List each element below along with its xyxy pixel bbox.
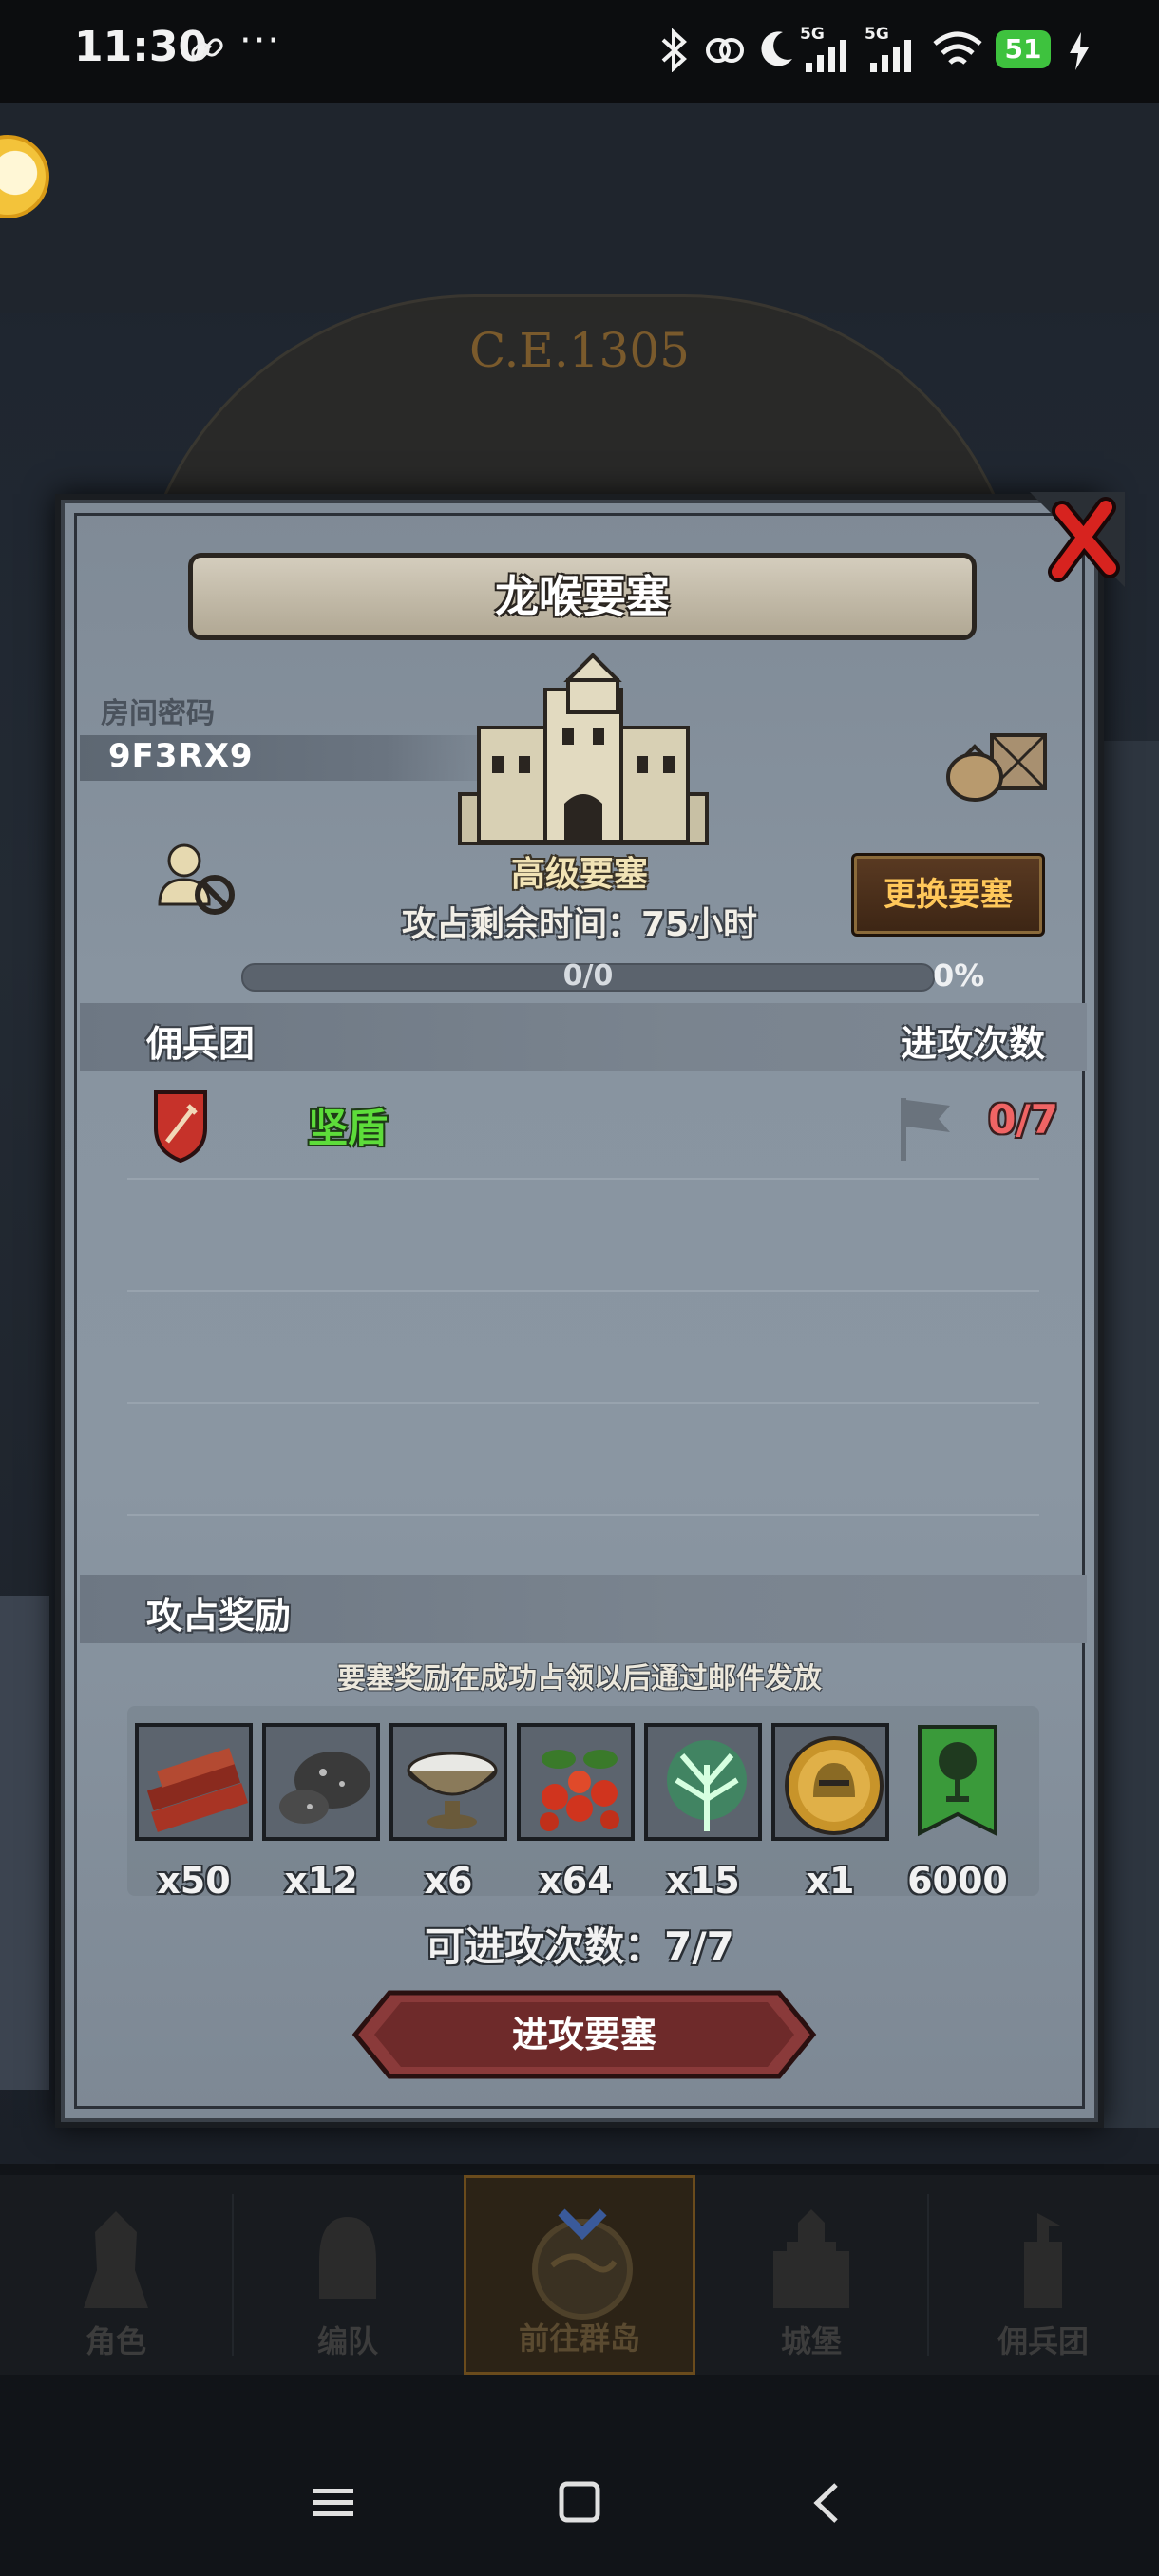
hotspot-link-icon bbox=[706, 38, 744, 63]
reward-item-ore[interactable] bbox=[262, 1723, 380, 1841]
remaining-attacks-text: 可进攻次数：7/7 bbox=[425, 1923, 734, 1970]
dialog-title: 龙喉要塞 bbox=[495, 571, 670, 622]
nav-label: 编队 bbox=[316, 2323, 378, 2359]
system-navigation-bar bbox=[0, 2375, 1159, 2576]
green-tree-icon bbox=[667, 1740, 747, 1831]
helmet-icon bbox=[319, 2217, 376, 2299]
knight-icon bbox=[84, 2211, 148, 2308]
reward-item-wood[interactable] bbox=[135, 1723, 253, 1841]
nav-item-islands[interactable]: 前往群岛 bbox=[464, 2175, 695, 2375]
world-compass-icon bbox=[532, 2208, 633, 2320]
moon-icon bbox=[761, 31, 792, 66]
reward-qty: x1 bbox=[806, 1860, 855, 1902]
bottom-navigation: 角色 编队 前往群岛 城堡 佣兵团 bbox=[0, 2175, 1159, 2375]
row-divider bbox=[127, 1178, 1039, 1180]
reward-item-berries[interactable] bbox=[517, 1723, 635, 1841]
room-password-label: 房间密码 bbox=[101, 697, 215, 730]
remaining-time-text: 攻占剩余时间：75小时 bbox=[401, 905, 758, 944]
nav-label: 佣兵团 bbox=[997, 2323, 1089, 2359]
capture-progress-percent: 0% bbox=[933, 957, 985, 994]
reward-qty: x12 bbox=[284, 1860, 358, 1902]
reward-qty: x6 bbox=[424, 1860, 473, 1902]
reward-qty: x50 bbox=[157, 1860, 231, 1902]
reward-item-tree[interactable] bbox=[644, 1723, 762, 1841]
mercenary-name: 坚盾 bbox=[308, 1105, 389, 1151]
home-icon[interactable] bbox=[559, 2481, 600, 2525]
back-icon[interactable] bbox=[809, 2481, 844, 2525]
tower-icon bbox=[1024, 2213, 1062, 2308]
signal-icon-2 bbox=[870, 40, 911, 72]
title-banner: 龙喉要塞 bbox=[188, 553, 977, 640]
side-panel-right bbox=[1102, 741, 1159, 2128]
top-header-band bbox=[0, 103, 1159, 313]
era-label: C.E.1305 bbox=[468, 323, 690, 378]
castle-icon bbox=[773, 2209, 849, 2308]
row-divider bbox=[127, 1290, 1039, 1292]
supply-crate-icon[interactable] bbox=[944, 728, 1049, 804]
menu-icon[interactable] bbox=[312, 2481, 355, 2525]
attack-count-header: 进攻次数 bbox=[900, 1023, 1045, 1065]
attack-fortress-button[interactable]: 进攻要塞 bbox=[352, 1989, 817, 2080]
bluetooth-icon bbox=[661, 28, 687, 72]
capture-progress-text: 0/0 bbox=[562, 959, 614, 993]
mercenary-header-bar: 佣兵团 进攻次数 bbox=[80, 1003, 1087, 1071]
silver-bowl-icon bbox=[407, 1752, 498, 1829]
tree-banner-icon bbox=[918, 1725, 998, 1837]
room-password-value: 9F3RX9 bbox=[108, 737, 254, 775]
nav-item-formation[interactable]: 编队 bbox=[232, 2175, 464, 2375]
fortress-dialog: 龙喉要塞 房间密码 9F3RX9 高级要塞 更换要塞 攻占剩余时间：75小时 0… bbox=[55, 492, 1125, 2128]
mercenary-row[interactable]: 坚盾 0/7 bbox=[118, 1087, 1068, 1172]
reward-qty: x15 bbox=[666, 1860, 740, 1902]
side-panel-left bbox=[0, 1596, 49, 2090]
reward-item-medal[interactable] bbox=[771, 1723, 889, 1841]
attack-fortress-label: 进攻要塞 bbox=[511, 2014, 656, 2055]
flag-icon bbox=[901, 1098, 950, 1161]
ore-icon bbox=[279, 1752, 370, 1824]
fortress-icon bbox=[458, 653, 709, 845]
reward-qty: x64 bbox=[539, 1860, 613, 1902]
row-divider bbox=[127, 1514, 1039, 1516]
reward-note: 要塞奖励在成功占领以后通过邮件发放 bbox=[337, 1662, 822, 1695]
reward-qty: 6000 bbox=[907, 1860, 1008, 1902]
close-icon[interactable] bbox=[1030, 492, 1125, 587]
link-icon bbox=[191, 38, 223, 61]
signal-icon-1 bbox=[806, 40, 846, 72]
wood-icon bbox=[146, 1748, 248, 1832]
nav-item-mercenaries[interactable]: 佣兵团 bbox=[927, 2175, 1159, 2375]
shield-sword-icon bbox=[154, 1090, 207, 1163]
row-divider bbox=[127, 1402, 1039, 1404]
status-bar: 11:30 ··· 5G 5G 51 bbox=[0, 0, 1159, 103]
gold-helmet-medal-icon bbox=[785, 1736, 884, 1835]
berries-icon bbox=[540, 1750, 619, 1831]
mercenary-header: 佣兵团 bbox=[146, 1023, 256, 1065]
reward-header-bar: 攻占奖励 bbox=[80, 1575, 1087, 1643]
nav-label: 角色 bbox=[85, 2323, 146, 2359]
reward-item-banner[interactable] bbox=[899, 1723, 1016, 1841]
reward-item-bowl[interactable] bbox=[390, 1723, 507, 1841]
charging-bolt-icon bbox=[1070, 32, 1089, 70]
status-more-dots: ··· bbox=[239, 19, 282, 63]
nav-label: 城堡 bbox=[780, 2323, 842, 2359]
battery-indicator: 51 bbox=[996, 30, 1051, 68]
nav-label: 前往群岛 bbox=[518, 2320, 640, 2357]
wifi-icon bbox=[933, 31, 982, 65]
mercenary-attack-count: 0/7 bbox=[988, 1096, 1058, 1143]
nav-item-character[interactable]: 角色 bbox=[0, 2175, 232, 2375]
nav-item-castle[interactable]: 城堡 bbox=[695, 2175, 927, 2375]
reward-header: 攻占奖励 bbox=[146, 1595, 292, 1637]
